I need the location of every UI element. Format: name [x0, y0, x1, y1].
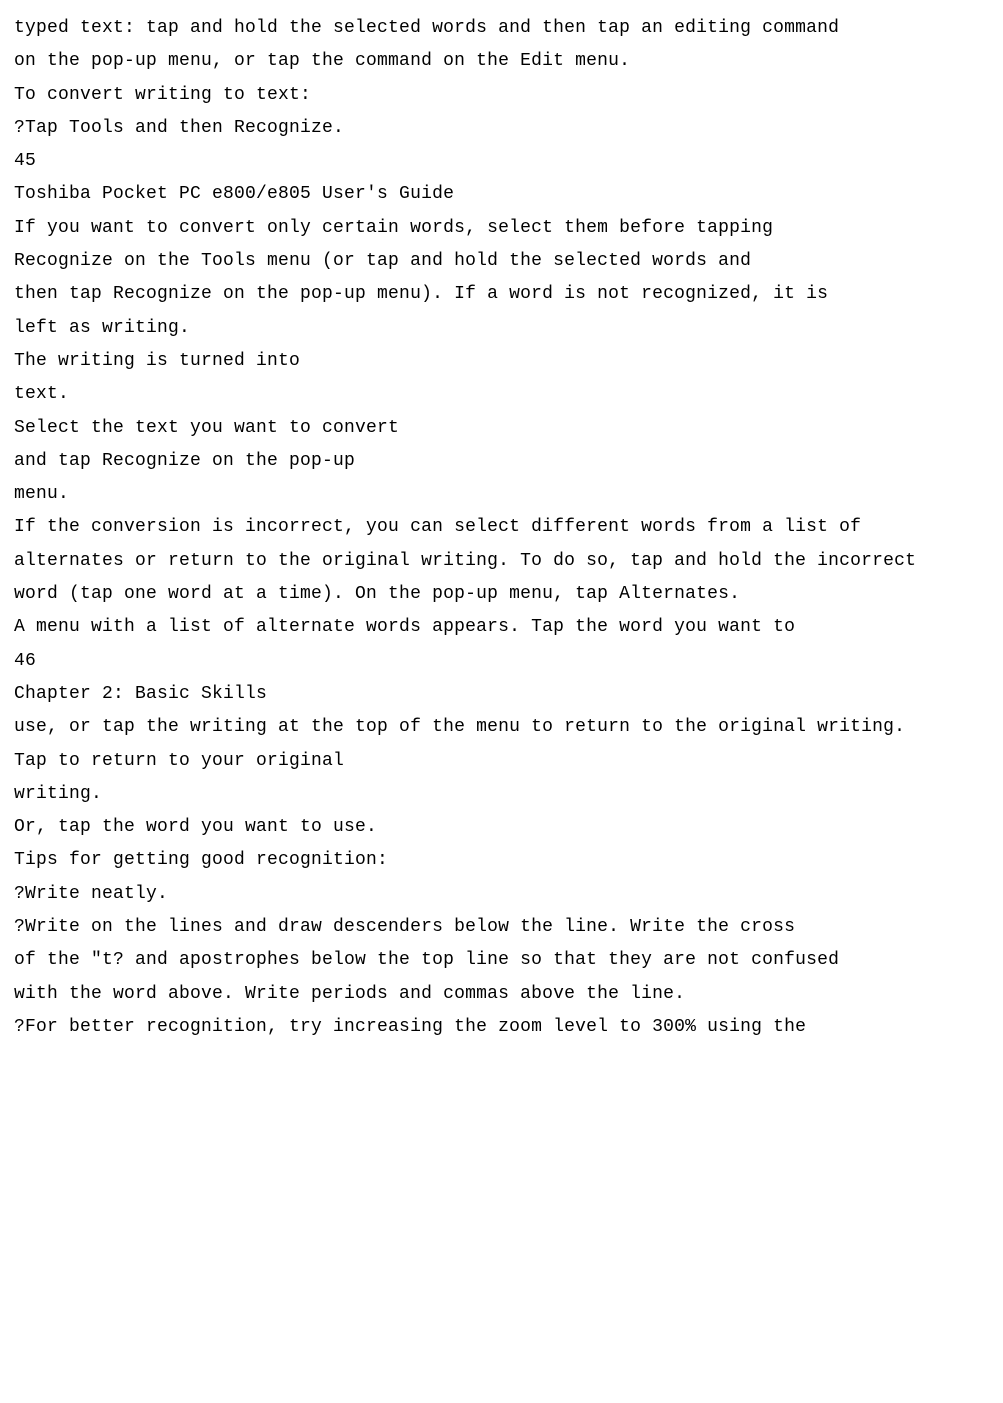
page-number: 46 [14, 645, 989, 678]
text-line: If the conversion is incorrect, you can … [14, 511, 989, 544]
text-line: of the "t? and apostrophes below the top… [14, 944, 989, 977]
text-line: and tap Recognize on the pop-up [14, 445, 989, 478]
text-line: Recognize on the Tools menu (or tap and … [14, 245, 989, 278]
guide-title: Toshiba Pocket PC e800/e805 User's Guide [14, 178, 989, 211]
text-line: alternates or return to the original wri… [14, 545, 989, 578]
text-line: Tap to return to your original [14, 745, 989, 778]
chapter-title: Chapter 2: Basic Skills [14, 678, 989, 711]
text-line: To convert writing to text: [14, 79, 989, 112]
text-line: writing. [14, 778, 989, 811]
text-line: If you want to convert only certain word… [14, 212, 989, 245]
text-line: use, or tap the writing at the top of th… [14, 711, 989, 744]
text-line: ?For better recognition, try increasing … [14, 1011, 989, 1044]
text-line: ?Write on the lines and draw descenders … [14, 911, 989, 944]
text-line: text. [14, 378, 989, 411]
text-line: Tips for getting good recognition: [14, 844, 989, 877]
document-body: typed text: tap and hold the selected wo… [14, 12, 989, 1044]
text-line: with the word above. Write periods and c… [14, 978, 989, 1011]
text-line: Select the text you want to convert [14, 412, 989, 445]
text-line: ?Tap Tools and then Recognize. [14, 112, 989, 145]
text-line: A menu with a list of alternate words ap… [14, 611, 989, 644]
text-line: word (tap one word at a time). On the po… [14, 578, 989, 611]
text-line: The writing is turned into [14, 345, 989, 378]
text-line: Or, tap the word you want to use. [14, 811, 989, 844]
text-line: then tap Recognize on the pop-up menu). … [14, 278, 989, 311]
text-line: menu. [14, 478, 989, 511]
page-number: 45 [14, 145, 989, 178]
text-line: ?Write neatly. [14, 878, 989, 911]
text-line: left as writing. [14, 312, 989, 345]
text-line: typed text: tap and hold the selected wo… [14, 12, 989, 45]
text-line: on the pop-up menu, or tap the command o… [14, 45, 989, 78]
